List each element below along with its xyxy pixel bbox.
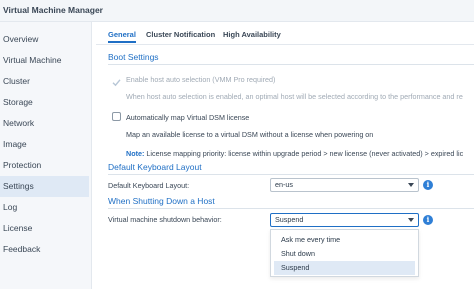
section-title-boot-settings: Boot Settings xyxy=(108,52,159,62)
keyboard-layout-label: Default Keyboard Layout: xyxy=(108,181,190,190)
sidebar-item-settings[interactable]: Settings xyxy=(0,176,89,197)
chevron-down-icon xyxy=(408,183,414,187)
sidebar: Overview Virtual Machine Cluster Storage… xyxy=(0,22,92,289)
tab-general[interactable]: General xyxy=(108,30,136,39)
sidebar-item-virtual-machine[interactable]: Virtual Machine xyxy=(0,50,89,71)
host-auto-selection-label: Enable host auto selection (VMM Pro requ… xyxy=(126,75,276,84)
option-shut-down[interactable]: Shut down xyxy=(274,247,415,261)
note-key: Note: xyxy=(126,149,145,158)
section-divider xyxy=(108,174,474,175)
host-auto-selection-description: When host auto selection is enabled, an … xyxy=(126,92,463,101)
info-icon[interactable]: i xyxy=(423,180,433,190)
info-icon[interactable]: i xyxy=(423,215,433,225)
keyboard-layout-value: en-us xyxy=(275,180,293,189)
section-title-shutdown: When Shutting Down a Host xyxy=(108,196,215,206)
section-divider xyxy=(108,208,474,209)
note-text: License mapping priority: license within… xyxy=(146,149,464,158)
sidebar-item-overview[interactable]: Overview xyxy=(0,29,89,50)
shutdown-behavior-dropdown: Ask me every time Shut down Suspend xyxy=(270,229,419,277)
license-priority-note: Note: License mapping priority: license … xyxy=(126,149,463,158)
option-ask-me-every-time[interactable]: Ask me every time xyxy=(274,233,415,247)
auto-map-license-description: Map an available license to a virtual DS… xyxy=(126,130,374,139)
sidebar-item-license[interactable]: License xyxy=(0,218,89,239)
shutdown-behavior-label: Virtual machine shutdown behavior: xyxy=(108,215,222,224)
checkmark-icon[interactable] xyxy=(112,74,121,87)
shutdown-behavior-value: Suspend xyxy=(275,215,304,224)
sidebar-item-network[interactable]: Network xyxy=(0,113,89,134)
sidebar-item-log[interactable]: Log xyxy=(0,197,89,218)
section-divider xyxy=(108,64,474,65)
keyboard-layout-select[interactable]: en-us xyxy=(270,178,419,192)
section-title-keyboard-layout: Default Keyboard Layout xyxy=(108,162,202,172)
shutdown-behavior-select[interactable]: Suspend xyxy=(270,213,419,227)
sidebar-item-storage[interactable]: Storage xyxy=(0,92,89,113)
tab-cluster-notification[interactable]: Cluster Notification xyxy=(146,30,215,39)
tabs-divider xyxy=(96,44,474,45)
active-tab-indicator xyxy=(108,41,136,43)
auto-map-license-label: Automatically map Virtual DSM license xyxy=(126,113,250,122)
sidebar-item-cluster[interactable]: Cluster xyxy=(0,71,89,92)
option-suspend[interactable]: Suspend xyxy=(274,261,415,275)
tab-high-availability[interactable]: High Availability xyxy=(223,30,281,39)
window-titlebar: Virtual Machine Manager xyxy=(0,0,474,22)
sidebar-item-image[interactable]: Image xyxy=(0,134,89,155)
app-title: Virtual Machine Manager xyxy=(3,5,103,15)
sidebar-item-feedback[interactable]: Feedback xyxy=(0,239,89,260)
auto-map-license-checkbox[interactable] xyxy=(112,112,121,121)
sidebar-item-protection[interactable]: Protection xyxy=(0,155,89,176)
chevron-down-icon xyxy=(408,218,414,222)
